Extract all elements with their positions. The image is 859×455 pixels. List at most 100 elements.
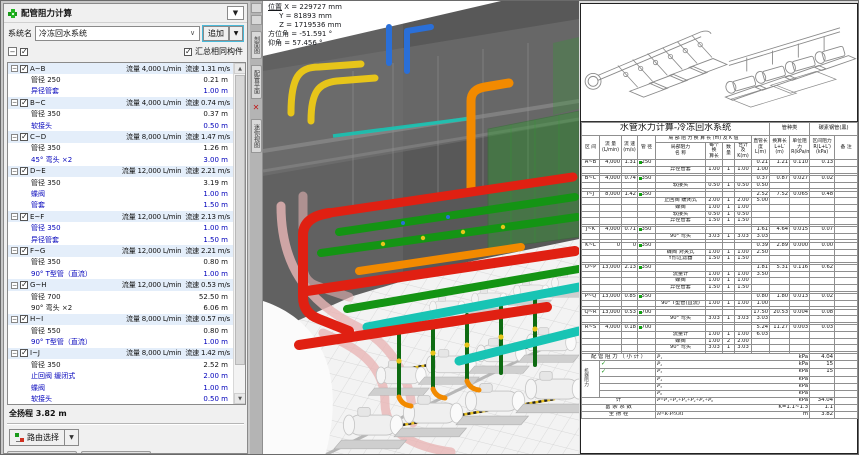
collapse-toggle-icon[interactable]: − [11, 350, 18, 357]
segment-checkbox[interactable] [20, 315, 28, 323]
cell [835, 361, 858, 369]
add-button[interactable]: 追加 [203, 26, 229, 41]
segment-checkbox[interactable] [20, 167, 28, 175]
cell [622, 204, 638, 211]
collapse-toggle-icon[interactable]: − [11, 65, 18, 72]
cell-fitting-total: 1.50 [735, 256, 752, 263]
check-all-checkbox[interactable] [20, 48, 28, 56]
segment-header[interactable]: −E~F流量 12,000 L/min流速 2.13 m/s [8, 211, 233, 222]
collapse-toggle-icon[interactable]: − [11, 99, 18, 106]
cell-flow: 4,000 [600, 227, 622, 234]
view-tab-mini[interactable]: 迷你视图 [251, 119, 262, 153]
segment-detail-row[interactable]: 异径管套1.50 m [8, 234, 233, 245]
segment-detail-row[interactable]: 管径 3500.37 m [8, 109, 233, 120]
segment-detail-row[interactable]: 异径管套1.00 m [8, 86, 233, 97]
collapse-toggle-icon[interactable]: − [11, 213, 18, 220]
segment-header[interactable]: −C~D流量 8,000 L/min流速 1.47 m/s [8, 131, 233, 142]
collapse-toggle-icon[interactable]: − [11, 168, 18, 175]
close-view-icon[interactable]: ✕ [251, 102, 262, 113]
scroll-up-icon[interactable]: ▲ [234, 63, 246, 74]
cell [835, 166, 858, 173]
segment-checkbox[interactable] [20, 133, 28, 141]
route-dropdown-button[interactable]: ▼ [65, 429, 79, 446]
list-scrollbar[interactable]: ▲ ▼ [233, 63, 245, 404]
segment-detail-row[interactable]: 管径 3503.19 m [8, 177, 233, 188]
segment-detail-row[interactable]: 90° 弯头 ×26.06 m [8, 302, 233, 313]
segment-detail-row[interactable]: 蝶阀1.00 m [8, 188, 233, 199]
segment-header[interactable]: −D~E流量 12,000 L/min流速 2.21 m/s [8, 166, 233, 177]
segment-detail-row[interactable]: 45° 弯头 ×23.00 m [8, 154, 233, 165]
segment-detail-row[interactable]: 管套1.50 m [8, 200, 233, 211]
view-tab-pipe-plan[interactable]: 配管平面 [251, 65, 262, 99]
dialog-menu-button[interactable]: ▼ [227, 6, 244, 20]
segment-checkbox[interactable] [20, 281, 28, 289]
segment-detail-row[interactable]: 软接头0.50 m [8, 120, 233, 131]
segment-checkbox[interactable] [20, 349, 28, 357]
scrollbar-thumb[interactable] [235, 75, 245, 365]
system-name-label: 系统名 [8, 28, 32, 39]
segment-list: −A~B流量 4,000 L/min流速 1.31 m/s管径 2500.21 … [8, 63, 233, 404]
segment-detail-row[interactable]: 管径 2500.21 m [8, 74, 233, 85]
table-row: J~K4,0000.713501.614.640.0150.07 [582, 227, 858, 234]
equip-row-label [600, 376, 656, 383]
cell-equiv: 11.27 [770, 325, 790, 332]
segment-checkbox[interactable] [20, 65, 28, 73]
cell [706, 160, 723, 167]
scroll-down-icon[interactable]: ▼ [234, 393, 246, 404]
cell-fitting-qty: 1 [723, 256, 735, 263]
segment-detail-row[interactable]: 止回阀 缓闭式2.00 m [8, 371, 233, 382]
cell [810, 345, 835, 352]
cell-straight: 17.50 [752, 309, 770, 316]
segment-detail-row[interactable]: 管径 3500.80 m [8, 257, 233, 268]
segment-detail-row[interactable]: 软接头0.50 m [8, 393, 233, 404]
segment-checkbox[interactable] [20, 247, 28, 255]
segment-detail-row[interactable]: 管径 3502.52 m [8, 359, 233, 370]
segment-checkbox[interactable] [20, 213, 28, 221]
summary-head-formula: H=K·P/9.81m [656, 411, 810, 418]
cell [770, 345, 790, 352]
segment-detail-row[interactable]: 管径 70052.50 m [8, 291, 233, 302]
segment-detail-row[interactable]: 90° T型管（直流）1.00 m [8, 268, 233, 279]
segment-detail-row[interactable]: 管径 3501.00 m [8, 222, 233, 233]
cell [770, 332, 790, 339]
col-velocity: 流 速 (m/s) [622, 136, 638, 160]
collapse-all-button[interactable]: − [8, 47, 17, 56]
segment-header[interactable]: −H~I流量 8,000 L/min流速 0.57 m/s [8, 314, 233, 325]
cell [735, 227, 752, 234]
collapse-toggle-icon[interactable]: − [11, 247, 18, 254]
cell [638, 198, 656, 205]
segment-header[interactable]: −F~G流量 12,000 L/min流速 2.21 m/s [8, 245, 233, 256]
segment-header[interactable]: −G~H流量 12,000 L/min流速 0.53 m/s [8, 279, 233, 290]
cell-flow: 4,000 [600, 325, 622, 332]
chevron-down-icon[interactable]: ∨ [186, 27, 199, 40]
segment-detail-row[interactable]: 管径 5500.80 m [8, 325, 233, 336]
col-local-qty: 数 量 [723, 142, 735, 160]
cell-fitting-per: 0.50 [706, 211, 723, 218]
3d-viewport[interactable]: 位置 X = 229727 mm Y = 81893 mm Z = 171953… [263, 1, 579, 455]
collapse-toggle-icon[interactable]: − [11, 134, 18, 141]
segment-detail-row[interactable]: 管径 3501.26 m [8, 143, 233, 154]
collapse-toggle-icon[interactable]: − [11, 282, 18, 289]
viewport-coordinates: 位置 X = 229727 mm Y = 81893 mm Z = 171953… [268, 3, 342, 48]
fitting-row: 异径管套1.5011.50 [582, 218, 858, 225]
route-select-button[interactable]: 路由选择 [9, 429, 65, 446]
view-tab-section[interactable]: 剖面图 [251, 31, 262, 59]
segment-header[interactable]: −A~B流量 4,000 L/min流速 1.31 m/s [8, 63, 233, 74]
segment-header[interactable]: −I~J流量 8,000 L/min流速 1.42 m/s [8, 348, 233, 359]
cell-fitting-qty: 1 [723, 300, 735, 307]
segment-header[interactable]: −B~C流量 4,000 L/min流速 0.74 m/s [8, 97, 233, 108]
cell-group-total: 6.03 [752, 332, 770, 339]
cell [770, 198, 790, 205]
segment-detail-row[interactable]: 90° T型管（直流）1.00 m [8, 336, 233, 347]
fitting-row: 异径管套1.0011.001.00 [582, 166, 858, 173]
collapse-toggle-icon[interactable]: − [11, 316, 18, 323]
segment-detail-row[interactable]: 蝶阀1.00 m [8, 382, 233, 393]
cell [582, 345, 600, 352]
system-name-select[interactable]: 冷冻回水系统 ∨ [35, 26, 200, 41]
segment-checkbox[interactable] [20, 99, 28, 107]
strip-button-icon[interactable] [251, 3, 262, 13]
summarize-checkbox[interactable] [184, 48, 192, 56]
strip-button2-icon[interactable] [251, 15, 262, 25]
cell-seg-r: 0.62 [810, 265, 835, 272]
add-dropdown-button[interactable]: ▼ [229, 26, 243, 41]
